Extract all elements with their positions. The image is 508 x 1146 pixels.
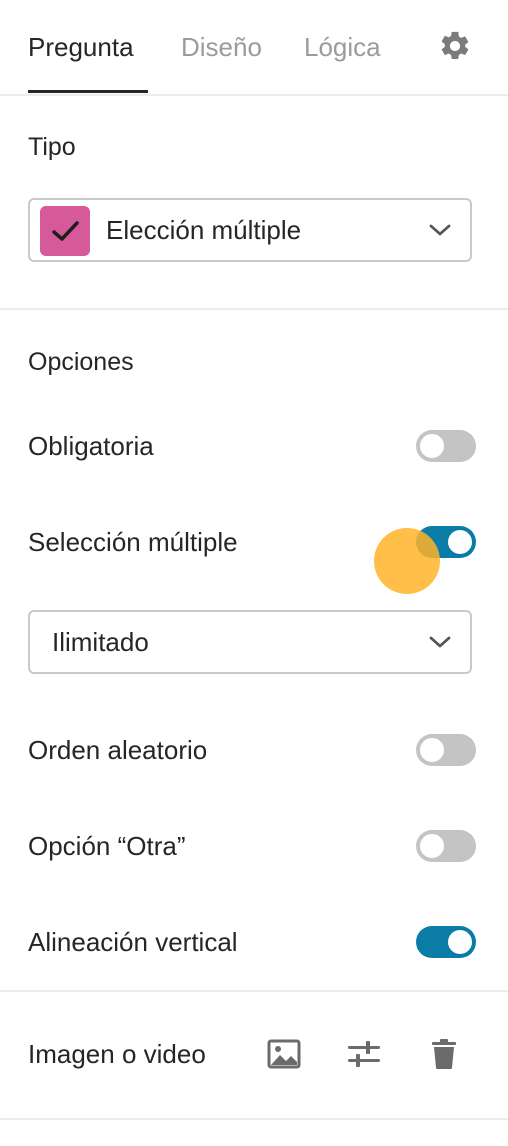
trash-icon[interactable] bbox=[426, 1036, 462, 1072]
tab-bar: Pregunta Diseño Lógica bbox=[0, 0, 508, 96]
tipo-heading: Tipo bbox=[28, 133, 76, 161]
opcion-otra-toggle[interactable] bbox=[416, 830, 476, 862]
obligatoria-label: Obligatoria bbox=[28, 431, 154, 461]
opciones-heading: Opciones bbox=[28, 348, 134, 376]
tab-pregunta[interactable]: Pregunta bbox=[28, 31, 134, 63]
question-type-select[interactable]: Elección múltiple bbox=[28, 198, 472, 262]
obligatoria-toggle[interactable] bbox=[416, 430, 476, 462]
orden-aleatorio-toggle[interactable] bbox=[416, 734, 476, 766]
toggle-knob bbox=[448, 530, 472, 554]
section-divider bbox=[0, 990, 508, 992]
image-icon[interactable] bbox=[266, 1036, 302, 1072]
section-divider bbox=[0, 308, 508, 310]
toggle-knob bbox=[420, 834, 444, 858]
opcion-otra-label: Opción “Otra” bbox=[28, 831, 186, 861]
chevron-down-icon bbox=[429, 224, 451, 236]
toggle-knob bbox=[420, 434, 444, 458]
tab-logica[interactable]: Lógica bbox=[304, 31, 381, 63]
gear-icon[interactable] bbox=[438, 29, 472, 63]
orden-aleatorio-label: Orden aleatorio bbox=[28, 735, 208, 765]
seleccion-multiple-toggle[interactable] bbox=[416, 526, 476, 558]
multiple-choice-badge bbox=[40, 206, 90, 256]
toggle-knob bbox=[420, 738, 444, 762]
section-divider bbox=[0, 1118, 508, 1120]
selection-limit-value: Ilimitado bbox=[52, 627, 149, 657]
toggle-knob bbox=[448, 930, 472, 954]
checkmark-icon bbox=[52, 221, 79, 241]
alineacion-vertical-label: Alineación vertical bbox=[28, 927, 238, 957]
tab-diseno[interactable]: Diseño bbox=[181, 31, 262, 63]
selection-limit-select[interactable]: Ilimitado bbox=[28, 610, 472, 674]
media-heading: Imagen o video bbox=[28, 1039, 206, 1069]
active-tab-indicator bbox=[28, 90, 148, 93]
question-type-value: Elección múltiple bbox=[106, 215, 302, 245]
chevron-down-icon bbox=[429, 636, 451, 648]
alineacion-vertical-toggle[interactable] bbox=[416, 926, 476, 958]
seleccion-multiple-label: Selección múltiple bbox=[28, 527, 238, 557]
sliders-icon[interactable] bbox=[346, 1036, 382, 1072]
